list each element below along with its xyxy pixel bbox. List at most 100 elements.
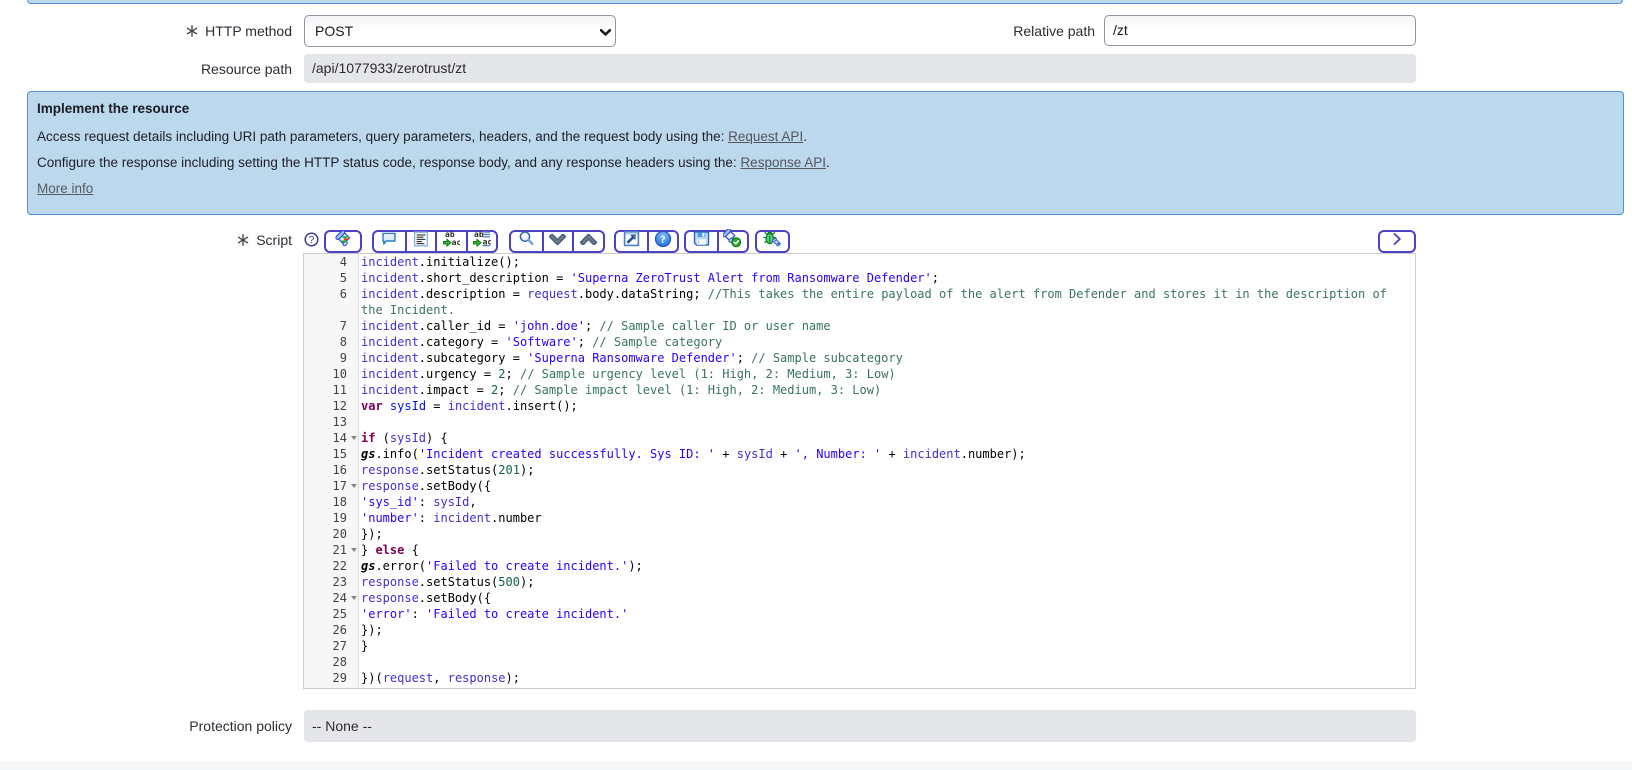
toggle-syntax-editor-button[interactable] — [326, 230, 360, 252]
relative-path-input[interactable]: /zt — [1104, 15, 1416, 46]
save-button[interactable] — [686, 231, 717, 251]
code-line[interactable]: 8 incident.category = 'Software'; // Samp… — [304, 334, 1415, 350]
script-help-icon[interactable]: ? — [303, 232, 319, 247]
line-number: 12 — [332, 398, 347, 413]
code-line[interactable]: 18 'sys_id': sysId, — [304, 494, 1415, 510]
implement-resource-info-box: Implement the resource Access request de… — [26, 91, 1624, 215]
line-number: 29 — [332, 670, 347, 685]
code-text: incident.impact = 2; // Sample impact le… — [361, 382, 882, 397]
line-number: 27 — [332, 638, 347, 653]
response-api-link[interactable]: Response API — [740, 155, 826, 170]
code-line[interactable]: 20}); — [304, 526, 1415, 542]
request-api-link[interactable]: Request API — [728, 129, 803, 144]
code-line[interactable]: 16 response.setStatus(201); — [304, 462, 1415, 478]
toolbar-button-group — [509, 229, 605, 253]
line-number: 7 — [339, 318, 347, 333]
code-line[interactable]: 24 response.setBody({ — [304, 590, 1415, 606]
bug-debugger-icon — [762, 229, 782, 253]
open-in-new-window-button[interactable] — [616, 230, 647, 251]
toolbar-button-group: ab ac ab ac — [372, 229, 498, 253]
more-info-link[interactable]: More info — [37, 181, 93, 196]
code-line[interactable]: 6 incident.description = request.body.dat… — [304, 286, 1415, 302]
find-next-button[interactable] — [541, 231, 573, 251]
replace-all-button[interactable]: ab ac — [465, 230, 497, 252]
http-method-value: POST — [315, 23, 354, 39]
line-number: 21 — [304, 542, 359, 558]
code-line[interactable]: 14 if (sysId) { — [304, 430, 1415, 446]
fold-marker-icon[interactable] — [351, 595, 357, 600]
line-number: 18 — [332, 494, 347, 509]
code-line[interactable]: 22 gs.error('Failed to create incident.')… — [304, 558, 1415, 574]
line-number: 11 — [332, 382, 347, 397]
replace-all-icon: ab ac — [472, 230, 492, 252]
fold-marker-icon[interactable] — [351, 483, 357, 488]
format-code-button[interactable] — [404, 231, 436, 251]
start-searching-button[interactable] — [511, 230, 542, 252]
code-text: incident.short_description = 'Superna Ze… — [361, 270, 939, 285]
search-magnifier-icon — [518, 230, 535, 252]
validate-script-button[interactable] — [716, 228, 748, 251]
code-line[interactable]: 27} — [304, 638, 1415, 654]
chevron-right-icon — [1393, 232, 1402, 250]
code-line[interactable]: 5 incident.short_description = 'Superna Z… — [304, 270, 1415, 286]
http-method-select[interactable]: POST — [304, 15, 616, 47]
code-line[interactable]: 10 incident.urgency = 2; // Sample urgenc… — [304, 366, 1415, 382]
code-line[interactable]: 11 incident.impact = 2; // Sample impact … — [304, 382, 1415, 398]
code-text: gs.error('Failed to create incident.'); — [361, 558, 643, 573]
toolbar-button-group — [684, 228, 749, 253]
code-line[interactable]: 26}); — [304, 622, 1415, 638]
replace-ab-ac-icon: ab ac — [442, 230, 462, 252]
code-text: the Incident. — [361, 302, 455, 317]
svg-text:ac: ac — [452, 238, 460, 247]
line-number: 20 — [332, 526, 347, 541]
code-line[interactable]: 17 response.setBody({ — [304, 478, 1415, 494]
code-text: response.setBody({ — [361, 478, 492, 493]
code-line[interactable]: 13 — [304, 414, 1415, 430]
syntax-scroll-icon — [334, 230, 352, 252]
line-number: 9 — [339, 350, 347, 365]
code-text: 'sys_id': sysId, — [361, 494, 477, 509]
relative-path-label: Relative path — [1013, 23, 1095, 39]
script-code-editor[interactable]: 4 incident.initialize(); 5 incident.short_d… — [303, 252, 1416, 689]
line-number: 4 — [339, 254, 347, 269]
code-line[interactable]: 29})(request, response); — [304, 670, 1415, 686]
info-box-line2: Configure the response including setting… — [37, 155, 830, 170]
code-text: 'number': incident.number — [361, 510, 542, 525]
code-text: } — [361, 638, 369, 653]
code-line[interactable]: 9 incident.subcategory = 'Superna Ransomw… — [304, 350, 1415, 366]
code-line[interactable]: the Incident. — [304, 302, 1415, 318]
replace-button[interactable]: ab ac — [435, 230, 466, 252]
code-text: if (sysId) { — [361, 430, 448, 445]
code-text: } else { — [361, 542, 419, 557]
script-debugger-button[interactable] — [757, 229, 788, 253]
http-method-label: HTTP method — [0, 15, 292, 47]
code-line[interactable]: 28 — [304, 654, 1415, 670]
fold-marker-icon[interactable] — [351, 435, 357, 440]
code-line[interactable]: 4 incident.initialize(); — [304, 254, 1415, 270]
code-line[interactable]: 25 'error': 'Failed to create incident.' — [304, 606, 1415, 622]
line-number — [304, 302, 359, 318]
code-line[interactable]: 19 'number': incident.number — [304, 510, 1415, 526]
help-button[interactable]: ? — [646, 230, 678, 251]
code-text: response.setStatus(201); — [361, 462, 535, 477]
toggle-full-screen-button[interactable] — [1378, 229, 1416, 253]
code-text: 'error': 'Failed to create incident.' — [361, 606, 629, 621]
line-number: 16 — [332, 462, 347, 477]
protection-policy-label: Protection policy — [189, 718, 292, 734]
code-line[interactable]: 23 response.setStatus(500); — [304, 574, 1415, 590]
line-number: 10 — [332, 366, 347, 381]
fold-marker-icon[interactable] — [351, 547, 357, 552]
comment-selected-code-button[interactable] — [374, 232, 405, 251]
resource-path-value: /api/1077933/zerotrust/zt — [304, 54, 1416, 83]
code-text: gs.info('Incident created successfully. … — [361, 446, 1026, 461]
code-line[interactable]: 15 gs.info('Incident created successfully… — [304, 446, 1415, 462]
code-line[interactable]: 12 var sysId = incident.insert(); — [304, 398, 1415, 414]
code-text: var sysId = incident.insert(); — [361, 398, 578, 413]
line-number: 26 — [332, 622, 347, 637]
code-line[interactable]: 7 incident.caller_id = 'john.doe'; // Sam… — [304, 318, 1415, 334]
code-line[interactable]: 21} else { — [304, 542, 1415, 558]
find-previous-button[interactable] — [572, 231, 603, 251]
code-text: response.setBody({ — [361, 590, 492, 605]
line-number: 23 — [332, 574, 347, 589]
